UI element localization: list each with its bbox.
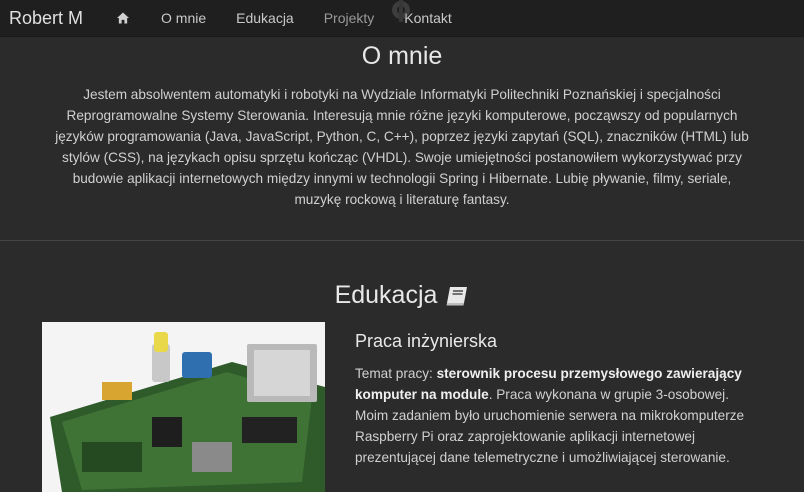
about-title: O mnie	[361, 42, 443, 70]
education-title: Edukacja	[0, 281, 804, 310]
gear-logo-icon	[392, 0, 410, 22]
nav-projects[interactable]: Projekty	[324, 10, 375, 26]
nav-about[interactable]: O mnie	[161, 10, 206, 26]
brand-link[interactable]: Robert M	[0, 8, 115, 29]
thesis-description: Temat pracy: sterownik procesu przemysło…	[355, 363, 765, 468]
book-icon	[446, 286, 468, 305]
education-title-text: Edukacja	[334, 281, 438, 309]
section-divider	[0, 240, 804, 241]
about-text: Jestem absolwentem automatyki i robotyki…	[55, 87, 749, 207]
topic-label: Temat pracy:	[355, 366, 433, 381]
top-navbar: Robert M O mnie Edukacja Projekty Kontak…	[0, 0, 804, 37]
thesis-heading: Praca inżynierska	[355, 331, 498, 351]
home-icon[interactable]	[117, 12, 129, 24]
nav-education[interactable]: Edukacja	[236, 10, 294, 26]
raspberry-pi-photo	[42, 322, 325, 492]
